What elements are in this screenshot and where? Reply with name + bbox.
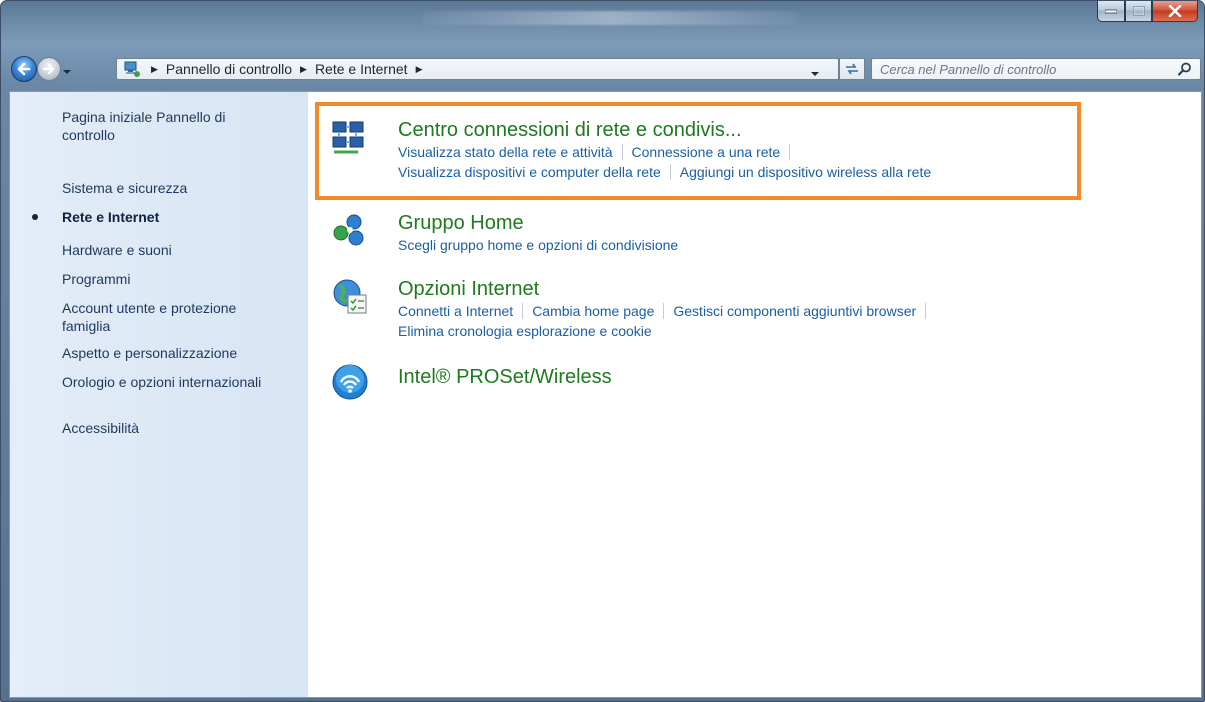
maximize-icon bbox=[1132, 6, 1145, 16]
breadcrumb-network-internet[interactable]: Rete e Internet bbox=[315, 61, 408, 77]
category-links-row: Elimina cronologia esplorazione e cookie bbox=[398, 321, 935, 341]
chevron-down-icon bbox=[63, 70, 71, 74]
recent-pages-button[interactable] bbox=[62, 63, 72, 81]
network-center-icon[interactable] bbox=[330, 118, 370, 158]
sidebar-item-clock-region[interactable]: Orologio e opzioni internazionali bbox=[62, 373, 262, 391]
breadcrumb-separator[interactable]: ▶ bbox=[300, 64, 307, 75]
navigation-bar: ▶ Pannello di controllo ▶ Rete e Interne… bbox=[1, 49, 1204, 89]
category-links-row: Visualizza stato della rete e attività Co… bbox=[398, 142, 931, 162]
close-button[interactable] bbox=[1152, 1, 1198, 22]
link-separator bbox=[522, 303, 524, 319]
address-dropdown-button[interactable] bbox=[810, 65, 820, 83]
category-links-row: Connetti a Internet Cambia home page Gesti… bbox=[398, 301, 935, 321]
search-input[interactable] bbox=[872, 59, 1167, 79]
link-connect-internet[interactable]: Connetti a Internet bbox=[398, 303, 513, 319]
forward-button[interactable] bbox=[37, 57, 61, 81]
sidebar: Pagina iniziale Pannello di controllo Si… bbox=[10, 92, 308, 697]
link-view-network-status[interactable]: Visualizza stato della rete e attività bbox=[398, 144, 613, 160]
link-separator bbox=[621, 144, 623, 160]
back-button[interactable] bbox=[11, 56, 37, 82]
caption-buttons bbox=[1097, 1, 1198, 23]
link-change-home-page[interactable]: Cambia home page bbox=[532, 303, 654, 319]
maximize-button[interactable] bbox=[1125, 1, 1152, 22]
close-icon bbox=[1168, 5, 1182, 17]
category-links-row: Visualizza dispositivi e computer della … bbox=[398, 162, 931, 182]
category-intel-proset-wireless: Intel® PROSet/Wireless bbox=[398, 365, 612, 389]
sidebar-item-hardware-sound[interactable]: Hardware e suoni bbox=[62, 241, 262, 259]
internet-options-icon[interactable] bbox=[330, 277, 370, 317]
wireless-icon[interactable] bbox=[330, 362, 370, 402]
category-title-intel-proset[interactable]: Intel® PROSet/Wireless bbox=[398, 365, 612, 389]
link-separator bbox=[789, 144, 791, 160]
forward-arrow-icon bbox=[42, 63, 55, 75]
category-network-sharing: Centro connessioni di rete e condivis...… bbox=[398, 118, 931, 182]
link-connect-to-network[interactable]: Connessione a una rete bbox=[632, 144, 781, 160]
sidebar-item-network-internet: Rete e Internet bbox=[62, 209, 160, 225]
sidebar-item-appearance[interactable]: Aspetto e personalizzazione bbox=[62, 344, 262, 362]
chevron-down-icon bbox=[811, 72, 819, 76]
title-bar[interactable] bbox=[1, 1, 1204, 49]
link-homegroup-options[interactable]: Scegli gruppo home e opzioni di condivis… bbox=[398, 237, 678, 253]
address-bar[interactable]: ▶ Pannello di controllo ▶ Rete e Interne… bbox=[116, 58, 839, 80]
sidebar-item-system-security[interactable]: Sistema e sicurezza bbox=[62, 179, 262, 197]
link-delete-history[interactable]: Elimina cronologia esplorazione e cookie bbox=[398, 323, 652, 339]
active-bullet bbox=[32, 214, 38, 220]
link-view-network-devices[interactable]: Visualizza dispositivi e computer della … bbox=[398, 164, 661, 180]
refresh-button[interactable] bbox=[839, 58, 865, 80]
search-icon[interactable] bbox=[1178, 62, 1192, 76]
category-homegroup: Gruppo Home Scegli gruppo home e opzioni… bbox=[398, 211, 678, 255]
refresh-icon bbox=[846, 63, 858, 75]
minimize-button[interactable] bbox=[1097, 1, 1125, 22]
category-title-homegroup[interactable]: Gruppo Home bbox=[398, 211, 678, 235]
breadcrumb-separator[interactable]: ▶ bbox=[151, 64, 158, 75]
link-separator bbox=[669, 164, 671, 180]
breadcrumb-control-panel[interactable]: Pannello di controllo bbox=[166, 61, 292, 77]
control-panel-icon bbox=[121, 59, 143, 79]
link-manage-add-ons[interactable]: Gestisci componenti aggiuntivi browser bbox=[673, 303, 916, 319]
search-box[interactable] bbox=[871, 58, 1201, 80]
category-links-row: Scegli gruppo home e opzioni di condivis… bbox=[398, 235, 678, 255]
link-separator bbox=[663, 303, 665, 319]
sidebar-item-programs[interactable]: Programmi bbox=[62, 270, 262, 288]
minimize-icon bbox=[1105, 9, 1117, 14]
link-add-wireless-device[interactable]: Aggiungi un dispositivo wireless alla re… bbox=[680, 164, 931, 180]
back-arrow-icon bbox=[17, 62, 31, 76]
sidebar-item-home[interactable]: Pagina iniziale Pannello di controllo bbox=[62, 108, 262, 144]
content-area: Pagina iniziale Pannello di controllo Si… bbox=[9, 91, 1202, 698]
sidebar-item-accessibility[interactable]: Accessibilità bbox=[62, 419, 262, 437]
control-panel-window: ▶ Pannello di controllo ▶ Rete e Interne… bbox=[0, 0, 1205, 702]
category-title-network-sharing[interactable]: Centro connessioni di rete e condivis... bbox=[398, 118, 931, 142]
window-title-blurred bbox=[421, 11, 801, 25]
sidebar-item-user-accounts[interactable]: Account utente e protezione famiglia bbox=[62, 299, 262, 335]
homegroup-icon[interactable] bbox=[330, 210, 370, 250]
link-separator bbox=[925, 303, 927, 319]
breadcrumb-separator[interactable]: ▶ bbox=[416, 64, 423, 75]
category-title-internet-options[interactable]: Opzioni Internet bbox=[398, 277, 935, 301]
main-panel: Centro connessioni di rete e condivis...… bbox=[308, 92, 1201, 697]
category-internet-options: Opzioni Internet Connetti a Internet Camb… bbox=[398, 277, 935, 341]
